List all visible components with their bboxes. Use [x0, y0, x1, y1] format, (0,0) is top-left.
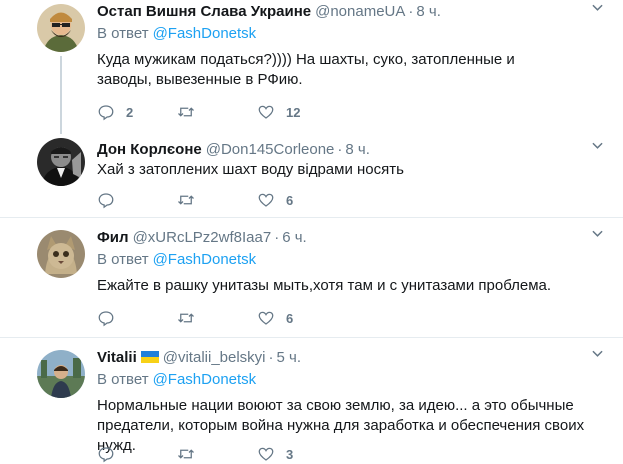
retweet-button[interactable]	[177, 102, 206, 122]
tweet-header: Дон Корлєоне @Don145Corleone · 8 ч.	[97, 140, 370, 160]
display-name[interactable]: Vitalii	[97, 349, 137, 366]
like-button[interactable]: 6	[257, 308, 293, 328]
user-handle[interactable]: @vitalii_belskyi	[163, 349, 266, 366]
user-handle[interactable]: @Don145Corleone	[206, 141, 335, 158]
retweet-button[interactable]	[177, 444, 206, 464]
chevron-down-icon[interactable]	[592, 2, 603, 13]
tweet-text: Ежайте в рашку унитазы мыть,хотя там и с…	[97, 277, 552, 294]
timestamp[interactable]: 8 ч.	[345, 141, 370, 158]
reply-button[interactable]	[97, 190, 126, 210]
reply-to-link[interactable]: @FashDonetsk	[153, 251, 257, 268]
avatar[interactable]	[37, 4, 85, 52]
tweet-actions: 2 12	[97, 102, 397, 122]
timestamp[interactable]: 8 ч.	[416, 3, 441, 20]
reply-count: 2	[126, 104, 134, 120]
tweet[interactable]: Vitalii @vitalii_belskyi · 5 ч. В ответ @Fas…	[0, 346, 623, 463]
tweet-header: Остап Вишня Слава Украине @nonameUA · 8 ч.	[97, 2, 441, 22]
reply-icon	[98, 447, 114, 463]
like-button[interactable]: 6	[257, 190, 293, 210]
retweet-icon	[178, 449, 194, 459]
reply-to: В ответ @FashDonetsk	[97, 250, 256, 270]
display-name[interactable]: Дон Корлєоне	[97, 141, 202, 158]
avatar[interactable]	[37, 350, 85, 398]
like-button[interactable]: 3	[257, 444, 293, 464]
user-handle[interactable]: @xURcLPz2wf8Iaa7	[133, 229, 272, 246]
tweet-separator	[0, 217, 623, 218]
like-icon	[258, 447, 274, 461]
retweet-button[interactable]	[177, 190, 206, 210]
like-icon	[258, 193, 274, 207]
dot-separator: ·	[337, 141, 343, 158]
reply-button[interactable]	[97, 308, 126, 328]
timestamp[interactable]: 5 ч.	[277, 349, 302, 366]
reply-to-link[interactable]: @FashDonetsk	[153, 25, 257, 42]
tweet-separator	[0, 337, 623, 338]
dot-separator: ·	[274, 229, 280, 246]
tweet[interactable]: Фил @xURcLPz2wf8Iaa7 · 6 ч. В ответ @FashDon…	[0, 226, 623, 336]
retweet-button[interactable]	[177, 308, 206, 328]
retweet-icon	[178, 313, 194, 323]
tweet-header: Фил @xURcLPz2wf8Iaa7 · 6 ч.	[97, 228, 307, 248]
reply-icon	[98, 193, 114, 209]
tweet-text: Хай з затоплених шахт воду відрами носят…	[97, 161, 404, 178]
avatar[interactable]	[37, 230, 85, 278]
display-name[interactable]: Остап Вишня Слава Украине	[97, 3, 311, 20]
reply-prefix: В ответ	[97, 25, 149, 42]
user-handle[interactable]: @nonameUA	[315, 3, 405, 20]
reply-prefix: В ответ	[97, 251, 149, 268]
reply-button[interactable]: 2	[97, 102, 133, 122]
chevron-down-icon[interactable]	[592, 348, 603, 359]
reply-to: В ответ @FashDonetsk	[97, 370, 256, 390]
display-name[interactable]: Фил	[97, 229, 129, 246]
like-button[interactable]: 12	[257, 102, 300, 122]
tweet-actions: 6	[97, 308, 397, 328]
tweet[interactable]: Дон Корлєоне @Don145Corleone · 8 ч. Хай з з…	[0, 138, 623, 216]
chevron-down-icon[interactable]	[592, 140, 603, 151]
like-count: 6	[286, 310, 294, 326]
reply-icon	[98, 105, 114, 121]
timestamp[interactable]: 6 ч.	[282, 229, 307, 246]
tweet-header: Vitalii @vitalii_belskyi · 5 ч.	[97, 348, 301, 368]
tweet[interactable]: Остап Вишня Слава Украине @nonameUA · 8 ч. …	[0, 0, 623, 134]
ukraine-flag-icon	[140, 351, 159, 363]
reply-prefix: В ответ	[97, 371, 149, 388]
avatar[interactable]	[37, 138, 85, 186]
tweet-actions: 6	[97, 190, 397, 210]
like-count: 6	[286, 192, 294, 208]
tweet-actions: 3	[97, 444, 397, 464]
like-count: 3	[286, 446, 294, 462]
chevron-down-icon[interactable]	[592, 228, 603, 239]
thread-line	[60, 56, 62, 134]
reply-button[interactable]	[97, 444, 126, 464]
retweet-icon	[178, 195, 194, 205]
dot-separator: ·	[408, 3, 414, 20]
like-count: 12	[286, 104, 301, 120]
like-icon	[258, 105, 274, 119]
retweet-icon	[178, 107, 194, 117]
reply-icon	[98, 311, 114, 327]
reply-to-link[interactable]: @FashDonetsk	[153, 371, 257, 388]
reply-to: В ответ @FashDonetsk	[97, 24, 256, 44]
like-icon	[258, 311, 274, 325]
tweet-text: Куда мужикам податься?)))) На шахты, сук…	[97, 51, 515, 88]
dot-separator: ·	[268, 349, 274, 366]
